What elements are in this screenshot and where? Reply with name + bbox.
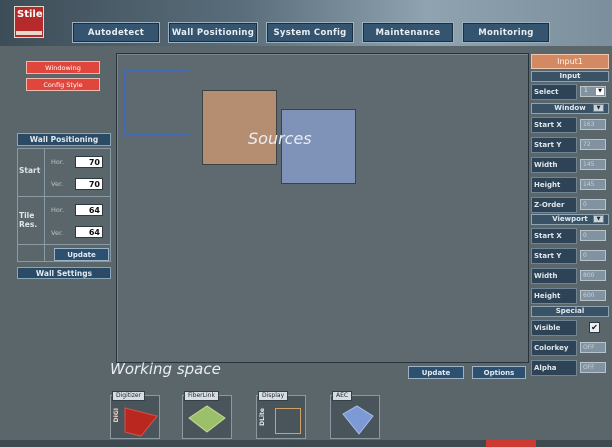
vp-start-x-input[interactable]: 0 [580, 230, 606, 241]
tile-hor-label: Hor. [51, 206, 65, 214]
workspace-update-button[interactable]: Update [408, 366, 464, 379]
viewport-header-label: Viewport [552, 215, 588, 223]
z-order-row: Z-Order 0 [530, 196, 610, 214]
wall-positioning-header: Wall Positioning [17, 133, 111, 146]
start-hor-label: Hor. [51, 158, 65, 166]
vp-start-x-row: Start X 0 [530, 227, 610, 245]
visible-row: Visible ✔ [530, 319, 610, 337]
display-side-label: DLite [259, 408, 266, 426]
vp-start-y-row: Start Y 0 [530, 247, 610, 265]
colorkey-toggle[interactable]: OFF [580, 342, 606, 353]
fiberlink-module[interactable]: FiberLink [182, 391, 232, 439]
colorkey-row: Colorkey OFF [530, 339, 610, 357]
height-row: Height 145 [530, 176, 610, 194]
select-label: Select [531, 84, 577, 100]
digitizer-module[interactable]: DIGI Digitizer [110, 391, 160, 439]
width-row: Width 145 [530, 156, 610, 174]
width-label: Width [531, 157, 577, 173]
start-x-row: Start X 163 [530, 116, 610, 134]
vp-height-input[interactable]: 600 [580, 290, 606, 301]
alpha-toggle[interactable]: OFF [580, 362, 606, 373]
display-module[interactable]: DLite Display [256, 391, 306, 439]
grid-divider [17, 196, 111, 197]
visible-label: Visible [531, 320, 577, 336]
alpha-label: Alpha [531, 360, 577, 376]
nav-autodetect-button[interactable]: Autodetect [72, 22, 160, 43]
source-window-tan[interactable] [202, 90, 277, 165]
tile-ver-label: Ver. [51, 229, 64, 237]
aec-label: AEC [332, 391, 353, 401]
vp-start-y-input[interactable]: 0 [580, 250, 606, 261]
vp-width-row: Width 800 [530, 267, 610, 285]
width-input[interactable]: 145 [580, 159, 606, 170]
config-style-button[interactable]: Config Style [26, 78, 100, 91]
digitizer-side-label: DIGI [113, 408, 120, 423]
vp-start-x-label: Start X [531, 228, 577, 244]
select-value: 1 [584, 87, 588, 94]
input-tab[interactable]: Input1 [531, 54, 609, 69]
visible-checkbox[interactable]: ✔ [589, 322, 600, 333]
tile-res-label-2: Res. [19, 220, 38, 229]
vp-height-row: Height 600 [530, 287, 610, 305]
vp-start-y-label: Start Y [531, 248, 577, 264]
select-row: Select 1 ▼ [530, 83, 610, 101]
start-x-input[interactable]: 163 [580, 119, 606, 130]
aec-module[interactable]: AEC [330, 391, 380, 439]
start-y-label: Start Y [531, 137, 577, 153]
dropdown-arrow-icon[interactable]: ▼ [596, 88, 604, 95]
sources-caption: Sources [248, 129, 312, 148]
display-label: Display [258, 391, 289, 401]
app-logo: Stile [14, 6, 44, 38]
logo-underline [16, 31, 42, 35]
windowing-button[interactable]: Windowing [26, 61, 100, 74]
alpha-row: Alpha OFF [530, 359, 610, 377]
display-frame-icon [275, 408, 301, 434]
height-input[interactable]: 145 [580, 179, 606, 190]
display-tile: DLite [256, 395, 306, 439]
status-indicator [486, 440, 536, 447]
working-space-caption: Working space [110, 360, 221, 378]
workspace-options-button[interactable]: Options [472, 366, 526, 379]
nav-wall-positioning-button[interactable]: Wall Positioning [168, 22, 258, 43]
select-dropdown[interactable]: 1 ▼ [580, 86, 606, 97]
tile-ver-input[interactable]: 64 [75, 226, 103, 238]
nav-monitoring-button[interactable]: Monitoring [462, 22, 550, 43]
nav-system-config-button[interactable]: System Config [266, 22, 354, 43]
z-order-input[interactable]: 0 [580, 199, 606, 210]
nav-maintenance-button[interactable]: Maintenance [362, 22, 454, 43]
start-y-input[interactable]: 72 [580, 139, 606, 150]
vp-width-input[interactable]: 800 [580, 270, 606, 281]
start-y-row: Start Y 72 [530, 136, 610, 154]
wall-settings-button[interactable]: Wall Settings [17, 267, 111, 279]
vp-height-label: Height [531, 288, 577, 304]
tile-res-label-1: Tile [19, 211, 35, 220]
window-header-label: Window [554, 104, 586, 112]
window-collapse-icon[interactable]: ▼ [593, 104, 604, 112]
start-x-label: Start X [531, 117, 577, 133]
start-ver-input[interactable]: 70 [75, 178, 103, 190]
aec-tile [330, 395, 380, 439]
logo-text: Stile [17, 9, 43, 20]
height-label: Height [531, 177, 577, 193]
fiberlink-tile [182, 395, 232, 439]
viewport-collapse-icon[interactable]: ▼ [593, 215, 604, 223]
start-ver-label: Ver. [51, 180, 64, 188]
wall-update-button[interactable]: Update [54, 248, 109, 261]
z-order-label: Z-Order [531, 197, 577, 213]
grid-divider [17, 244, 111, 245]
vp-width-label: Width [531, 268, 577, 284]
fiberlink-label: FiberLink [184, 391, 219, 401]
tile-hor-input[interactable]: 64 [75, 204, 103, 216]
aec-diamond-icon [342, 405, 374, 435]
digitizer-tile: DIGI [110, 395, 160, 439]
fiberlink-diamond-icon [188, 405, 226, 433]
digitizer-label: Digitizer [112, 391, 146, 401]
input-section-header: Input [531, 71, 609, 82]
special-section-header: Special [531, 306, 609, 317]
start-hor-input[interactable]: 70 [75, 156, 103, 168]
colorkey-label: Colorkey [531, 340, 577, 356]
source-window-empty[interactable] [124, 70, 190, 135]
start-label: Start [19, 166, 41, 175]
